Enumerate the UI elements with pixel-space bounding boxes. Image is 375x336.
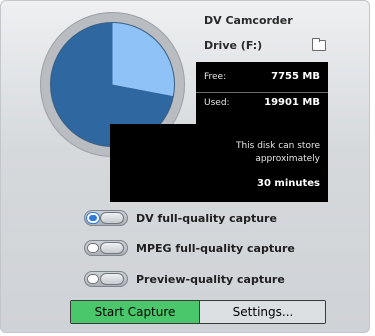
disk-stats: Free: 7755 MB Used: 19901 MB (196, 62, 328, 124)
option-mpeg-full-quality[interactable]: MPEG full-quality capture (84, 239, 334, 257)
capacity-duration: 30 minutes (257, 178, 320, 189)
used-row: Used: 19901 MB (196, 92, 328, 118)
drive-row[interactable]: Drive (F:) (196, 34, 336, 56)
device-name: DV Camcorder (204, 14, 293, 27)
drive-label: Drive (F:) (204, 39, 263, 52)
toggle-knob (100, 212, 124, 224)
free-row: Free: 7755 MB (196, 66, 328, 92)
option-label: Preview-quality capture (136, 273, 285, 286)
capacity-text: This disk can store approximately (236, 140, 320, 166)
toggle-knob (100, 242, 124, 254)
pie-free-slice (112, 22, 175, 97)
radio-toggle[interactable] (84, 271, 128, 287)
radio-dot-icon (87, 274, 99, 284)
free-label: Free: (204, 72, 227, 82)
capacity-line1: This disk can store (235, 141, 320, 151)
folder-icon[interactable] (312, 38, 326, 51)
capacity-line2: approximately (255, 154, 320, 164)
toggle-knob (100, 273, 124, 285)
radio-toggle[interactable] (84, 240, 128, 256)
settings-button[interactable]: Settings... (199, 301, 325, 323)
option-preview-quality[interactable]: Preview-quality capture (84, 270, 334, 288)
radio-dot-icon (87, 213, 99, 223)
radio-toggle[interactable] (84, 210, 128, 226)
used-label: Used: (204, 98, 230, 108)
capacity-estimate: This disk can store approximately 30 min… (110, 124, 328, 202)
action-buttons: Start Capture Settings... (70, 300, 326, 324)
start-capture-button[interactable]: Start Capture (71, 301, 199, 323)
option-label: DV full-quality capture (136, 212, 277, 225)
used-value: 19901 MB (264, 97, 320, 108)
option-label: MPEG full-quality capture (136, 242, 295, 255)
radio-dot-icon (87, 243, 99, 253)
option-dv-full-quality[interactable]: DV full-quality capture (84, 209, 334, 227)
free-value: 7755 MB (271, 71, 320, 82)
capture-panel: DV Camcorder Drive (F:) Free: 7755 MB Us… (0, 0, 370, 333)
